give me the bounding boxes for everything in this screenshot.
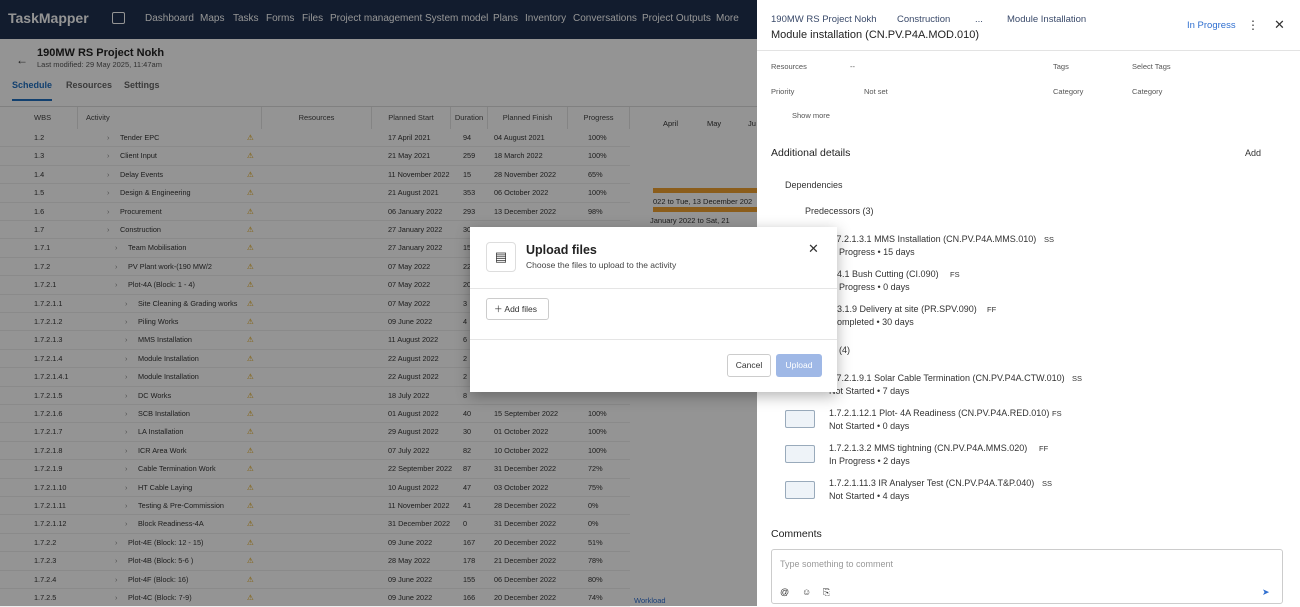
predecessors-header[interactable]: Predecessors (3) bbox=[805, 206, 874, 216]
activity-title: Module installation (CN.PV.P4A.MOD.010) bbox=[771, 29, 980, 41]
successor-type: FS bbox=[1052, 409, 1062, 418]
predecessor-type: FF bbox=[987, 305, 997, 314]
category-select[interactable]: Category bbox=[1132, 87, 1162, 96]
divider bbox=[470, 288, 837, 289]
status-badge[interactable]: In Progress bbox=[1187, 20, 1236, 31]
additional-details-heading: Additional details bbox=[771, 147, 851, 159]
priority-select[interactable]: Not set bbox=[864, 87, 888, 96]
category-label: Category bbox=[1053, 87, 1084, 96]
predecessor-status: ompleted • 30 days bbox=[837, 317, 914, 327]
successor-item[interactable]: 1.7.2.1.9.1 Solar Cable Termination (CN.… bbox=[829, 373, 1065, 383]
more-options-icon[interactable]: ⋮ bbox=[1247, 18, 1259, 32]
add-button[interactable]: Add bbox=[1245, 148, 1261, 158]
comments-heading: Comments bbox=[771, 528, 822, 540]
close-icon[interactable]: ✕ bbox=[808, 241, 819, 257]
close-icon[interactable]: ✕ bbox=[1274, 17, 1285, 33]
breadcrumb-project[interactable]: 190MW RS Project Nokh bbox=[771, 14, 877, 25]
add-files-button[interactable]: ＋ Add files bbox=[486, 298, 549, 320]
successor-type: SS bbox=[1042, 479, 1053, 488]
show-more-link[interactable]: Show more bbox=[792, 111, 830, 120]
predecessor-status: Progress • 0 days bbox=[839, 282, 910, 292]
dependencies-toggle[interactable]: Dependencies bbox=[785, 180, 843, 190]
dialog-subtitle: Choose the files to upload to the activi… bbox=[526, 260, 677, 270]
file-icon: ▤ bbox=[486, 242, 516, 272]
breadcrumb-ellipsis[interactable]: ... bbox=[975, 14, 983, 25]
predecessor-item[interactable]: 3.1.9 Delivery at site (PR.SPV.090) bbox=[837, 304, 977, 314]
attach-icon[interactable]: ⎘ bbox=[823, 587, 830, 598]
successor-status: Not Started • 7 days bbox=[829, 386, 910, 396]
resources-label: Resources bbox=[771, 62, 807, 71]
successor-type: SS bbox=[1072, 374, 1083, 383]
dialog-title: Upload files bbox=[526, 243, 597, 257]
dependency-type-icon bbox=[785, 410, 815, 428]
successor-status: Not Started • 4 days bbox=[829, 491, 910, 501]
predecessor-status: Progress • 15 days bbox=[839, 247, 915, 257]
predecessor-type: SS bbox=[1044, 235, 1055, 244]
upload-button[interactable]: Upload bbox=[776, 354, 822, 377]
dependency-type-icon bbox=[785, 481, 815, 499]
comment-input[interactable]: Type something to comment bbox=[780, 559, 893, 569]
dependency-type-icon bbox=[785, 445, 815, 463]
successor-status: Not Started • 0 days bbox=[829, 421, 910, 431]
send-icon[interactable]: ➤ bbox=[1262, 587, 1270, 598]
predecessor-item[interactable]: 4.1 Bush Cutting (CI.090) bbox=[837, 269, 939, 279]
upload-files-dialog: ▤ Upload files Choose the files to uploa… bbox=[470, 227, 837, 392]
predecessor-type: FS bbox=[950, 270, 960, 279]
predecessor-item[interactable]: 1.7.2.1.3.1 MMS Installation (CN.PV.P4A.… bbox=[829, 234, 1036, 244]
successor-status: In Progress • 2 days bbox=[829, 456, 910, 466]
comment-box[interactable]: Type something to comment @ ☺ ⎘ ➤ bbox=[771, 549, 1283, 604]
breadcrumb-current[interactable]: Module Installation bbox=[1007, 14, 1086, 25]
emoji-icon[interactable]: ☺ bbox=[802, 587, 811, 597]
divider bbox=[470, 339, 837, 340]
breadcrumb-construction[interactable]: Construction bbox=[897, 14, 950, 25]
tags-select[interactable]: Select Tags bbox=[1132, 62, 1171, 71]
successor-item[interactable]: 1.7.2.1.12.1 Plot- 4A Readiness (CN.PV.P… bbox=[829, 408, 1049, 418]
cancel-button[interactable]: Cancel bbox=[727, 354, 771, 377]
add-files-label: Add files bbox=[504, 304, 538, 314]
divider bbox=[757, 50, 1300, 51]
mention-icon[interactable]: @ bbox=[780, 587, 789, 597]
successor-item[interactable]: 1.7.2.1.3.2 MMS tightning (CN.PV.P4A.MMS… bbox=[829, 443, 1027, 453]
priority-label: Priority bbox=[771, 87, 795, 96]
successor-item[interactable]: 1.7.2.1.11.3 IR Analyser Test (CN.PV.P4A… bbox=[829, 478, 1034, 488]
activity-detail-panel: 190MW RS Project Nokh Construction ... M… bbox=[757, 0, 1300, 606]
successor-type: FF bbox=[1039, 444, 1049, 453]
resources-value[interactable]: -- bbox=[850, 62, 855, 71]
tags-label: Tags bbox=[1053, 62, 1069, 71]
